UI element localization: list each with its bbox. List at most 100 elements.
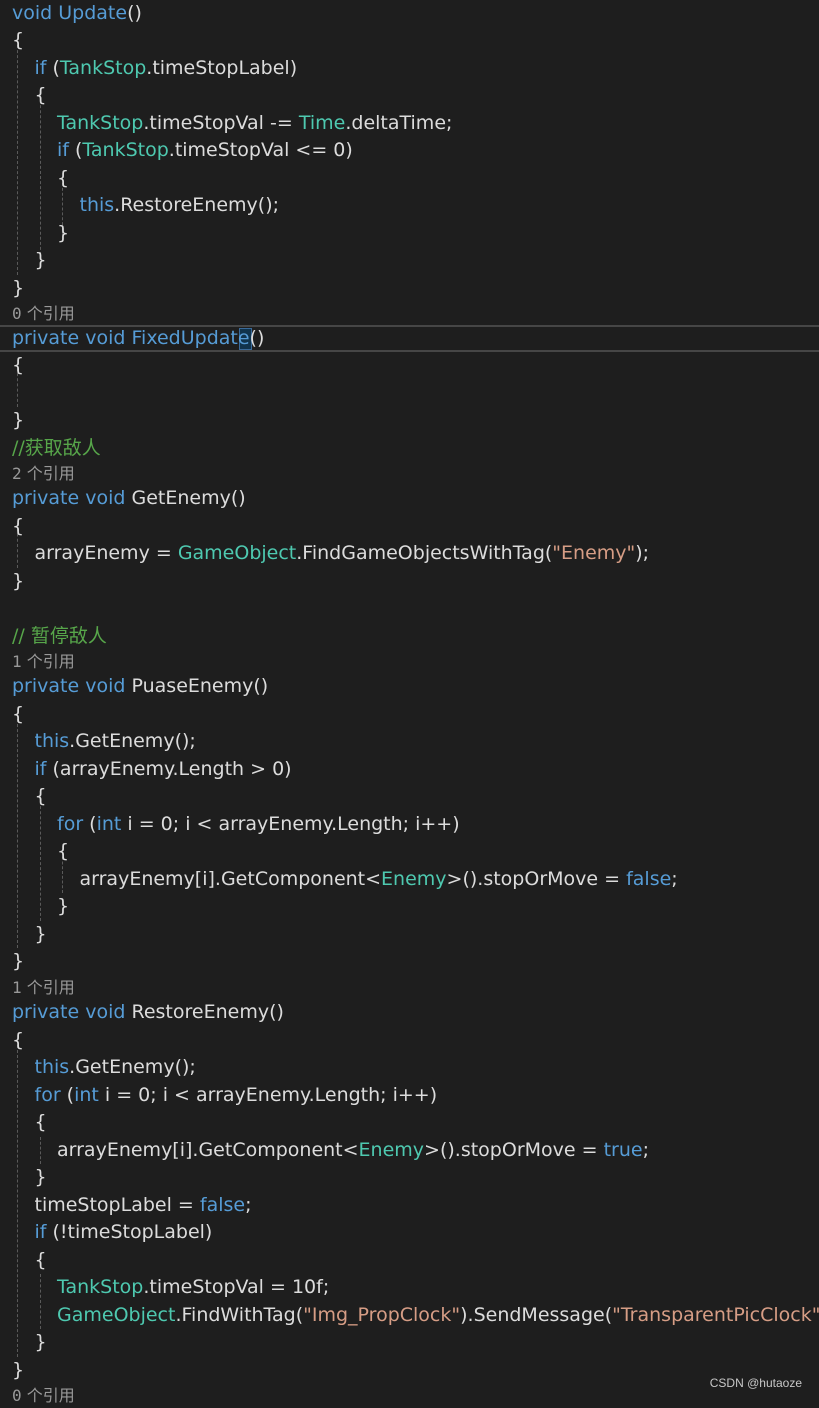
indent-guide (40, 1137, 41, 1164)
code-token: false (626, 868, 672, 890)
reference-label: 个引用 (26, 464, 75, 483)
code-token: arrayEnemy[i].GetComponent< (57, 1139, 359, 1161)
code-line[interactable]: for (int i = 0; i < arrayEnemy.Length; i… (35, 1082, 438, 1109)
code-line[interactable]: } (12, 568, 24, 595)
code-line[interactable]: { (12, 513, 24, 540)
code-token: private (12, 1001, 80, 1023)
code-token: ( (68, 139, 83, 161)
code-token: () (127, 2, 142, 24)
code-editor[interactable]: void Update(){if (TankStop.timeStopLabel… (0, 0, 819, 1405)
code-line[interactable]: { (35, 1109, 47, 1136)
code-token: (arrayEnemy.Length > 0) (46, 758, 292, 780)
code-line[interactable]: { (12, 1027, 24, 1054)
code-line[interactable]: arrayEnemy[i].GetComponent<Enemy>().stop… (57, 1137, 649, 1164)
code-line[interactable]: } (35, 1329, 47, 1356)
code-line[interactable]: private void FixedUpdate() (12, 325, 264, 352)
codelens-references[interactable]: 0 个引用 (12, 1384, 75, 1408)
code-line[interactable]: void Update() (12, 0, 142, 27)
code-token: .FindGameObjectsWithTag( (296, 542, 553, 564)
code-line[interactable]: if (TankStop.timeStopVal <= 0) (57, 137, 353, 164)
code-line[interactable]: TankStop.timeStopVal = 10f; (57, 1274, 329, 1301)
code-token: timeStopLabel = (34, 1194, 200, 1216)
code-token: ; (642, 1139, 649, 1161)
code-line[interactable]: this.GetEnemy(); (35, 728, 196, 755)
code-token: ); (635, 542, 650, 564)
code-token: ; (671, 868, 678, 890)
code-line[interactable]: { (57, 838, 69, 865)
code-token: { (12, 703, 25, 725)
code-token: >().stopOrMove = (424, 1139, 604, 1161)
code-line[interactable]: } (12, 275, 24, 302)
code-line[interactable]: { (57, 165, 69, 192)
code-token: Time (298, 112, 346, 134)
code-line[interactable]: for (int i = 0; i < arrayEnemy.Length; i… (57, 811, 460, 838)
code-line[interactable]: { (35, 783, 47, 810)
code-line[interactable]: { (12, 27, 24, 54)
code-line[interactable]: private void RestoreEnemy() (12, 999, 284, 1026)
codelens-references[interactable]: 1 个引用 (12, 976, 75, 1000)
code-token: this (34, 1056, 70, 1078)
code-line[interactable]: this.RestoreEnemy(); (80, 192, 280, 219)
code-token: ( (60, 1084, 75, 1106)
code-token: { (34, 1111, 47, 1133)
code-token: if (34, 758, 47, 780)
code-line[interactable]: } (57, 220, 69, 247)
code-line[interactable]: arrayEnemy = GameObject.FindGameObjectsW… (35, 540, 650, 567)
code-line[interactable]: { (35, 82, 47, 109)
code-line[interactable]: } (57, 893, 69, 920)
code-line[interactable]: arrayEnemy[i].GetComponent<Enemy>().stop… (80, 866, 678, 893)
codelens-references[interactable]: 1 个引用 (12, 650, 75, 674)
code-line[interactable]: } (35, 921, 47, 948)
code-token: } (12, 570, 25, 592)
code-line[interactable]: } (35, 247, 47, 274)
code-line[interactable]: { (12, 701, 24, 728)
code-token: true (603, 1139, 643, 1161)
code-line[interactable]: if (arrayEnemy.Length > 0) (35, 756, 292, 783)
code-line[interactable]: this.GetEnemy(); (35, 1054, 196, 1081)
code-line[interactable]: private void PuaseEnemy() (12, 673, 268, 700)
code-token: void (85, 1001, 126, 1023)
code-line[interactable]: { (35, 1247, 47, 1274)
code-line[interactable]: } (12, 1357, 24, 1384)
code-token: } (12, 950, 25, 972)
code-line[interactable]: } (35, 1164, 47, 1191)
code-token: { (34, 1249, 47, 1271)
code-token: private (12, 487, 80, 509)
code-line[interactable]: if (TankStop.timeStopLabel) (35, 55, 298, 82)
code-token: TankStop (57, 112, 144, 134)
code-token: ).SendMessage( (460, 1304, 613, 1326)
code-token: for (57, 813, 84, 835)
codelens-references[interactable]: 2 个引用 (12, 462, 75, 486)
code-token: .timeStopVal (143, 112, 271, 134)
code-line[interactable]: } (12, 407, 24, 434)
code-token: -= (270, 112, 293, 134)
code-token: { (34, 84, 47, 106)
code-token: i = 0; i < arrayEnemy.Length; i++) (121, 813, 460, 835)
code-token: } (34, 1331, 47, 1353)
code-token: "Enemy" (552, 542, 636, 564)
code-token: GameObject (177, 542, 297, 564)
code-token: Enemy (381, 868, 447, 890)
code-line[interactable]: TankStop.timeStopVal -= Time.deltaTime; (57, 110, 452, 137)
code-line[interactable]: //获取敌人 (12, 435, 101, 462)
code-line[interactable]: GameObject.FindWithTag("Img_PropClock").… (57, 1302, 819, 1329)
code-line[interactable]: if (!timeStopLabel) (35, 1219, 213, 1246)
code-token: for (34, 1084, 61, 1106)
code-line[interactable]: timeStopLabel = false; (35, 1192, 252, 1219)
indent-guide (17, 1040, 18, 1357)
code-token: { (34, 785, 47, 807)
code-token: arrayEnemy[i].GetComponent< (79, 868, 382, 890)
code-line[interactable]: // 暂停敌人 (12, 623, 107, 650)
code-token: } (34, 249, 47, 271)
code-token: () (249, 327, 265, 349)
reference-count: 0 (12, 1386, 22, 1405)
code-token: if (34, 1221, 47, 1243)
code-token: //获取敌人 (12, 437, 101, 459)
indent-guide (17, 714, 18, 948)
code-line[interactable]: private void GetEnemy() (12, 485, 246, 512)
code-token: .FindWithTag( (175, 1304, 304, 1326)
code-line[interactable]: { (12, 352, 24, 379)
codelens-references[interactable]: 0 个引用 (12, 302, 75, 326)
indent-guide (17, 40, 18, 275)
code-line[interactable]: } (12, 948, 24, 975)
